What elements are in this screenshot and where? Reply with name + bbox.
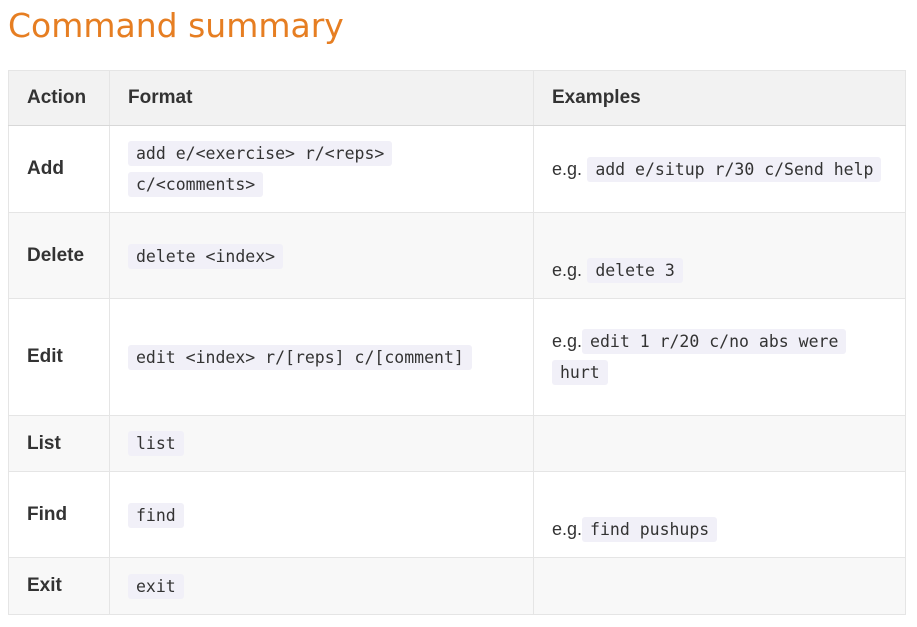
header-format: Format	[109, 70, 534, 126]
header-examples: Examples	[533, 70, 906, 126]
command-summary-table: Action Format Examples Add add e/<exerci…	[8, 70, 906, 615]
action-cell: Add	[8, 125, 110, 213]
example-cell	[533, 415, 906, 472]
format-code: exit	[128, 573, 184, 599]
example-prefix: e.g.	[552, 260, 583, 280]
format-cell: edit <index> r/[reps] c/[comment]	[109, 298, 534, 416]
table-row: Exit exit	[8, 557, 906, 615]
example-code: add e/situp r/30 c/Send help	[587, 156, 882, 182]
table-row: Delete delete <index> e.g. delete 3	[8, 212, 906, 299]
table-row: List list	[8, 415, 906, 472]
example-prefix: e.g.	[552, 331, 583, 351]
format-cell: delete <index>	[109, 212, 534, 299]
example-cell: e.g. edit 1 r/20 c/no abs were hurt	[533, 298, 906, 416]
example-code: delete 3	[587, 258, 683, 283]
page-title: Command summary	[8, 6, 344, 45]
header-action: Action	[8, 70, 110, 126]
table-row: Add add e/<exercise> r/<reps> c/<comment…	[8, 125, 906, 213]
action-cell: List	[8, 415, 110, 472]
table-header-row: Action Format Examples	[8, 70, 906, 126]
example-cell: e.g. add e/situp r/30 c/Send help	[533, 125, 906, 213]
table-row: Find find e.g. find pushups	[8, 471, 906, 558]
format-cell: list	[109, 415, 534, 472]
example-cell	[533, 557, 906, 615]
example-prefix: e.g.	[552, 158, 583, 179]
action-cell: Delete	[8, 212, 110, 299]
example-code: find pushups	[582, 517, 718, 542]
format-code: edit <index> r/[reps] c/[comment]	[128, 344, 472, 370]
table-row: Edit edit <index> r/[reps] c/[comment] e…	[8, 298, 906, 416]
example-prefix: e.g.	[552, 519, 583, 539]
example-cell: e.g. delete 3	[533, 212, 906, 299]
action-cell: Edit	[8, 298, 110, 416]
format-cell: exit	[109, 557, 534, 615]
format-code: find	[128, 503, 184, 528]
example-code: edit 1 r/20 c/no abs were hurt	[552, 329, 847, 385]
format-cell: find	[109, 471, 534, 558]
format-code: delete <index>	[128, 244, 284, 269]
action-cell: Find	[8, 471, 110, 558]
example-cell: e.g. find pushups	[533, 471, 906, 558]
format-code: add e/<exercise> r/<reps> c/<comments>	[128, 141, 393, 197]
format-cell: add e/<exercise> r/<reps> c/<comments>	[109, 125, 534, 213]
format-code: list	[128, 431, 184, 456]
action-cell: Exit	[8, 557, 110, 615]
